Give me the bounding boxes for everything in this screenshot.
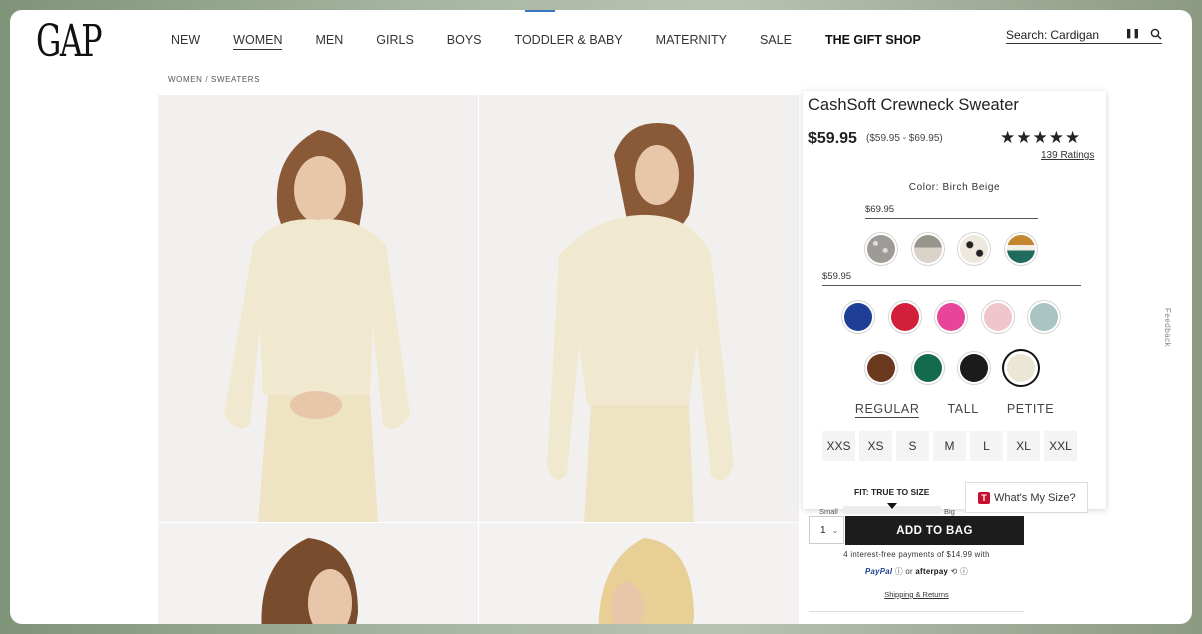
whats-my-size-button[interactable]: T What's My Size? <box>965 482 1088 513</box>
color-swatch[interactable] <box>867 235 895 263</box>
fit-tab-petite[interactable]: PETITE <box>1007 402 1054 418</box>
product-price: $59.95 <box>808 130 857 147</box>
size-option[interactable]: XXL <box>1044 431 1077 461</box>
product-photo-detail-2[interactable] <box>479 523 799 624</box>
fit-tabs: REGULAR TALL PETITE <box>803 402 1106 418</box>
color-swatch[interactable] <box>1007 235 1035 263</box>
search-label: Search: <box>1006 27 1048 42</box>
size-selector: XXS XS S M L XL XXL <box>822 431 1077 461</box>
afterpay-info-icon[interactable]: ⓘ <box>960 567 968 576</box>
size-option[interactable]: L <box>970 431 1003 461</box>
product-photo-front[interactable] <box>158 95 478 522</box>
magnifier-icon[interactable] <box>1150 28 1162 40</box>
page-load-indicator <box>525 10 555 12</box>
color-swatch[interactable] <box>891 303 919 331</box>
feedback-tab[interactable]: Feedback <box>1163 308 1172 347</box>
rating-stars-text: ★★★★★ <box>1000 128 1082 147</box>
shipping-returns-link[interactable]: Shipping & Returns <box>809 590 1024 599</box>
nav-sale[interactable]: SALE <box>760 33 792 50</box>
color-swatch[interactable] <box>984 303 1012 331</box>
size-option[interactable]: S <box>896 431 929 461</box>
microphone-icon[interactable]: ❚❚ <box>1125 28 1140 39</box>
color-swatch[interactable] <box>844 303 872 331</box>
fit-tab-tall[interactable]: TALL <box>947 402 978 418</box>
browser-window: GAP NEW WOMEN MEN GIRLS BOYS TODDLER & B… <box>10 10 1192 624</box>
size-option[interactable]: XXS <box>822 431 855 461</box>
fit-label: FIT: TRUE TO SIZE <box>854 487 930 497</box>
or-text: or <box>905 567 913 576</box>
fit-pointer-icon <box>887 503 897 509</box>
price-tier-label: $59.95 <box>822 271 1081 286</box>
color-swatch[interactable] <box>937 303 965 331</box>
chevron-down-icon: ⌄ <box>831 525 839 535</box>
color-swatch[interactable] <box>1030 303 1058 331</box>
price-range: ($59.95 - $69.95) <box>866 133 943 144</box>
nav-women[interactable]: WOMEN <box>233 33 283 50</box>
size-option[interactable]: XS <box>859 431 892 461</box>
paypal-info-icon[interactable]: ⓘ <box>895 567 903 576</box>
whats-my-size-label: What's My Size? <box>994 491 1076 504</box>
nav-new[interactable]: NEW <box>171 33 200 50</box>
nav-girls[interactable]: GIRLS <box>376 33 414 50</box>
color-swatch[interactable] <box>960 235 988 263</box>
rating-stars[interactable]: ★★★★★ <box>1000 128 1081 148</box>
quantity-select[interactable]: 1 ⌄ <box>809 516 844 544</box>
nav-toddler-baby[interactable]: TODDLER & BABY <box>515 33 623 50</box>
ratings-link[interactable]: 139 Ratings <box>1041 150 1094 161</box>
fit-tab-regular[interactable]: REGULAR <box>854 402 920 418</box>
product-title: CashSoft Crewneck Sweater <box>808 96 1019 114</box>
price-tier-label: $69.95 <box>865 204 1038 219</box>
fit-big-label: Big <box>944 507 955 516</box>
product-photo-detail-1[interactable] <box>158 523 478 624</box>
divider <box>809 611 1024 612</box>
fit-small-label: Small <box>819 507 838 516</box>
color-swatch[interactable] <box>960 354 988 382</box>
gap-logo[interactable]: GAP <box>36 16 103 67</box>
nav-gift-shop[interactable]: THE GIFT SHOP <box>825 33 921 50</box>
product-info-panel: CashSoft Crewneck Sweater $59.95 ($59.95… <box>803 91 1106 516</box>
main-nav: NEW WOMEN MEN GIRLS BOYS TODDLER & BABY … <box>171 33 954 50</box>
paypal-logo[interactable]: PayPal <box>865 567 892 576</box>
color-swatch[interactable] <box>914 354 942 382</box>
product-photo-back[interactable] <box>479 95 799 522</box>
breadcrumb[interactable]: WOMEN / SWEATERS <box>168 75 260 84</box>
afterpay-logo[interactable]: afterpay <box>915 567 948 576</box>
nav-boys[interactable]: BOYS <box>447 33 482 50</box>
payment-providers: PayPal ⓘ or afterpay ⟲ ⓘ <box>809 566 1024 577</box>
truefit-icon: T <box>978 491 990 504</box>
size-option[interactable]: XL <box>1007 431 1040 461</box>
quantity-value: 1 <box>820 524 826 536</box>
add-to-bag-button[interactable]: ADD TO BAG <box>845 516 1024 545</box>
search-value[interactable]: Cardigan <box>1050 28 1099 42</box>
color-swatch[interactable] <box>914 235 942 263</box>
color-swatch[interactable] <box>867 354 895 382</box>
search-input[interactable]: Search: Cardigan ❚❚ <box>1006 26 1162 44</box>
color-swatch-selected[interactable] <box>1007 354 1035 382</box>
nav-men[interactable]: MEN <box>315 33 343 50</box>
size-option[interactable]: M <box>933 431 966 461</box>
color-label: Color: Birch Beige <box>908 182 1001 193</box>
payments-info: 4 interest-free payments of $14.99 with <box>843 550 990 559</box>
afterpay-loop-icon: ⟲ <box>950 567 958 576</box>
nav-maternity[interactable]: MATERNITY <box>656 33 727 50</box>
